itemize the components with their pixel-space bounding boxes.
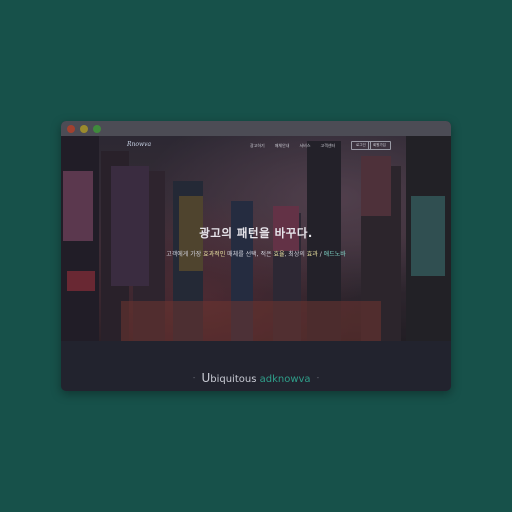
section-dash-right: - <box>316 374 320 382</box>
hero-title: 광고의 패턴을 바꾸다. <box>199 226 313 240</box>
section-title-accent: adknowva <box>259 374 311 385</box>
hero-section: Rnowva 광고하기 매체안내 서비스 고객센터 로그인 회원가입 광고의 패… <box>61 136 451 341</box>
section-title-initial: U <box>201 371 211 385</box>
minimize-dot-icon[interactable] <box>80 125 88 133</box>
nav-link-4[interactable]: 고객센터 <box>321 143 336 149</box>
browser-window: Rnowva 광고하기 매체안내 서비스 고객센터 로그인 회원가입 광고의 패… <box>61 121 451 391</box>
section-title: - Ubiquitous adknowva - <box>61 371 451 385</box>
hero-subtitle-text-1: 고객에게 가장 <box>166 251 204 258</box>
hero-subtitle-highlight-2: 효율 <box>273 251 285 258</box>
window-titlebar <box>61 121 451 136</box>
close-dot-icon[interactable] <box>67 125 75 133</box>
section-dash-left: - <box>192 374 196 382</box>
hero-subtitle-brand: 애드노바 <box>323 251 346 258</box>
top-nav: Rnowva 광고하기 매체안내 서비스 고객센터 로그인 회원가입 <box>61 136 451 154</box>
maximize-dot-icon[interactable] <box>93 125 101 133</box>
site-logo[interactable]: Rnowva <box>127 141 151 148</box>
hero-subtitle-text-2: 매체를 선택, 적은 <box>225 251 274 258</box>
hero-subtitle: 고객에게 가장 효과적인 매체를 선택, 적은 효율, 최상의 효과 / 애드노… <box>61 249 451 258</box>
nav-links: 광고하기 매체안내 서비스 고객센터 <box>250 143 335 149</box>
nav-link-1[interactable]: 광고하기 <box>250 143 265 149</box>
hero-subtitle-text-3: , 최상의 <box>284 251 307 258</box>
hero-subtitle-highlight-3: 효과 <box>306 251 318 258</box>
signup-button[interactable]: 회원가입 <box>368 141 391 150</box>
nav-link-3[interactable]: 서비스 <box>299 143 310 149</box>
section-title-rest: biquitous <box>210 374 257 385</box>
nav-link-2[interactable]: 매체안내 <box>275 143 290 149</box>
hero-subtitle-highlight-1: 효과적인 <box>203 251 226 258</box>
